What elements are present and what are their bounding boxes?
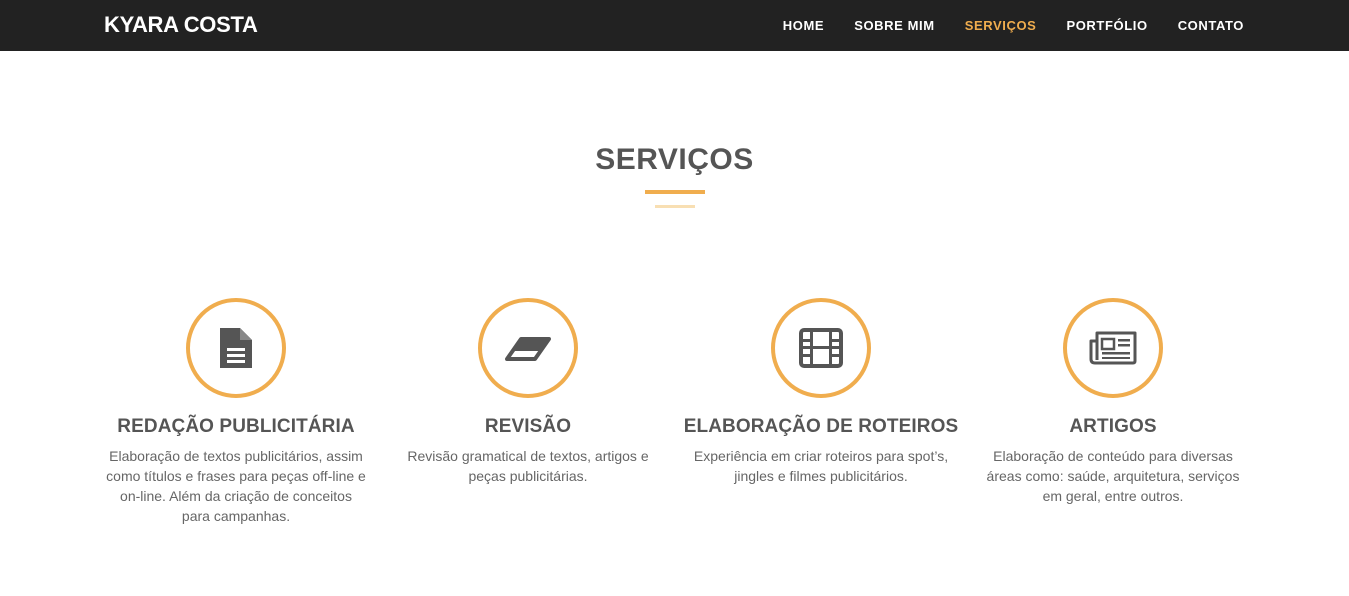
newspaper-icon: [1089, 331, 1137, 365]
service-icon-circle: [478, 298, 578, 398]
service-title: ELABORAÇÃO DE ROTEIROS: [683, 416, 959, 437]
service-elaboracao-de-roteiros: ELABORAÇÃO DE ROTEIROS Experiência em cr…: [681, 298, 961, 486]
document-icon: [220, 328, 252, 368]
service-title: REVISÃO: [484, 416, 572, 437]
section-title: SERVIÇOS: [595, 143, 754, 176]
brand-logo[interactable]: KYARA COSTA: [104, 12, 258, 38]
service-icon-circle: [186, 298, 286, 398]
nav-link-portfolio[interactable]: PORTFÓLIO: [1066, 18, 1147, 33]
service-redacao-publicitaria: REDAÇÃO PUBLICITÁRIA Elaboração de texto…: [96, 298, 376, 526]
title-divider-secondary: [655, 205, 695, 208]
service-icon-circle: [771, 298, 871, 398]
main-nav: HOME SOBRE MIM SERVIÇOS PORTFÓLIO CONTAT…: [783, 17, 1244, 35]
service-revisao: REVISÃO Revisão gramatical de textos, ar…: [388, 298, 668, 486]
service-description: Elaboração de conteúdo para diversas áre…: [986, 448, 1240, 504]
navbar: KYARA COSTA HOME SOBRE MIM SERVIÇOS PORT…: [0, 0, 1349, 51]
nav-item-home: HOME: [783, 17, 824, 35]
nav-item-contato: CONTATO: [1178, 17, 1244, 35]
nav-link-home[interactable]: HOME: [783, 18, 824, 33]
nav-link-sobre-mim[interactable]: SOBRE MIM: [854, 18, 935, 33]
service-icon-circle: [1063, 298, 1163, 398]
service-artigos: ARTIGOS Elaboração de conteúdo para dive…: [973, 298, 1253, 506]
service-title: REDAÇÃO PUBLICITÁRIA: [117, 416, 355, 437]
nav-item-portfolio: PORTFÓLIO: [1066, 17, 1147, 35]
service-description: Revisão gramatical de textos, artigos e …: [407, 448, 649, 484]
nav-link-servicos[interactable]: SERVIÇOS: [965, 18, 1037, 33]
title-divider: [645, 190, 705, 194]
service-description: Experiência em criar roteiros para spot’…: [693, 448, 949, 484]
nav-item-sobre-mim: SOBRE MIM: [854, 17, 935, 35]
nav-link-contato[interactable]: CONTATO: [1178, 18, 1244, 33]
service-title: ARTIGOS: [1069, 416, 1157, 437]
service-description: Elaboração de textos publicitários, assi…: [106, 448, 366, 524]
film-icon: [799, 328, 843, 368]
eraser-icon: [505, 337, 551, 361]
nav-item-servicos: SERVIÇOS: [965, 17, 1037, 35]
